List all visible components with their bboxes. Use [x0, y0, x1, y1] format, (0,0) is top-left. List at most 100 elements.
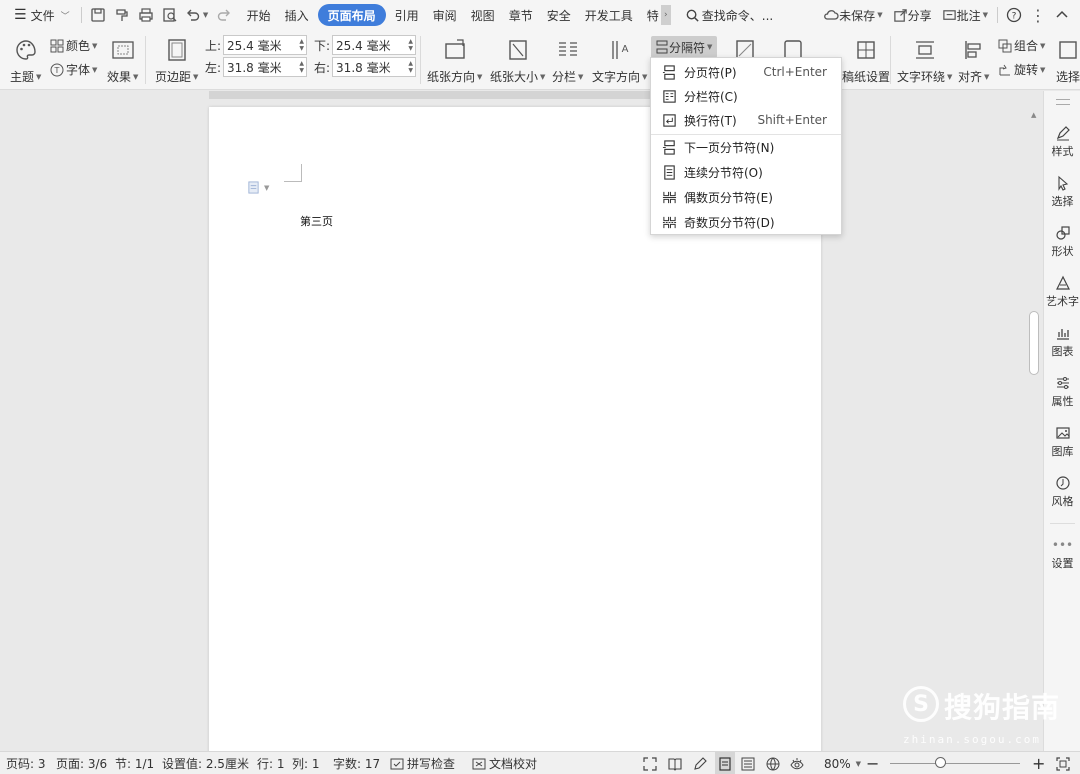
web-view-icon[interactable]: [766, 752, 783, 774]
side-item-style[interactable]: 样式: [1044, 125, 1080, 159]
paper-size-button[interactable]: 纸张大小 ▼: [490, 34, 545, 85]
menu-item-next-page-section[interactable]: 下一页分节符(N): [651, 135, 841, 159]
side-item-gallery[interactable]: 图库: [1044, 425, 1080, 459]
panel-grip-icon[interactable]: [1056, 99, 1070, 105]
margin-bottom-input[interactable]: 25.4 毫米 ▲ ▼: [332, 35, 417, 55]
outline-view-icon[interactable]: [741, 752, 758, 774]
search-command-button[interactable]: 查找命令、...: [685, 7, 773, 24]
tab-references[interactable]: 引用: [388, 0, 426, 30]
tab-developer[interactable]: 开发工具: [578, 0, 640, 30]
zoom-slider-track[interactable]: [890, 763, 1020, 764]
tab-page-layout[interactable]: 页面布局: [317, 4, 386, 26]
share-button[interactable]: 分享: [888, 0, 937, 30]
text-wrap-button[interactable]: 文字环绕 ▼: [897, 34, 952, 85]
side-item-properties[interactable]: 属性: [1044, 375, 1080, 409]
help-icon[interactable]: ?: [1002, 0, 1026, 30]
select-pane-button[interactable]: 选择: [1056, 34, 1080, 85]
margin-top-input[interactable]: 25.4 毫米 ▲ ▼: [223, 35, 308, 55]
comment-button[interactable]: 批注 ▼: [937, 0, 993, 30]
menu-item-continuous-section[interactable]: 连续分节符(O): [651, 160, 841, 184]
page-view-icon[interactable]: [715, 752, 735, 774]
document-text[interactable]: 第三页: [300, 213, 333, 229]
tab-review[interactable]: 审阅: [426, 0, 464, 30]
more-tabs-icon[interactable]: ›: [660, 5, 671, 25]
print-icon[interactable]: [134, 0, 158, 30]
write-mode-icon[interactable]: [693, 752, 710, 774]
spinner-icon[interactable]: ▲ ▼: [299, 38, 304, 52]
menu-bar: ☰ 文件 ﹀ ▼ 开始 插入 页面布局 引用 审阅 视图 章节 安全 开发工具 …: [0, 0, 1080, 30]
menu-item-odd-page-section[interactable]: 奇数页分节符(D): [651, 210, 841, 234]
zoom-slider-handle[interactable]: [935, 757, 946, 768]
file-menu-button[interactable]: ☰ 文件 ﹀: [0, 0, 77, 30]
undo-icon[interactable]: ▼: [182, 0, 212, 30]
tab-home[interactable]: 开始: [240, 0, 278, 30]
effect-button[interactable]: 效果 ▼: [107, 34, 138, 85]
margin-left-row: 左: 31.8 毫米 ▲ ▼: [205, 57, 308, 77]
continuous-section-icon: [663, 164, 675, 180]
scrollbar-thumb[interactable]: [1029, 311, 1039, 375]
print-preview-icon[interactable]: [158, 0, 182, 30]
fullscreen-icon[interactable]: [643, 752, 660, 774]
spinner-icon[interactable]: ▲ ▼: [408, 60, 413, 74]
group-button[interactable]: 组合 ▼: [998, 37, 1045, 54]
margin-right-input[interactable]: 31.8 毫米 ▲ ▼: [332, 57, 417, 77]
spinner-icon[interactable]: ▲ ▼: [408, 38, 413, 52]
status-section[interactable]: 节: 1/1: [115, 752, 154, 774]
menu-item-column-break[interactable]: 分栏符(C): [651, 84, 841, 108]
more-options-icon[interactable]: ⋮: [1026, 0, 1050, 30]
margins-label: 页边距: [155, 70, 192, 84]
status-page-number[interactable]: 页码: 3: [6, 752, 46, 774]
font-button[interactable]: T 字体 ▼: [50, 61, 97, 78]
menu-item-even-page-section[interactable]: 偶数页分节符(E): [651, 185, 841, 209]
redo-icon[interactable]: [212, 0, 236, 30]
collapse-ribbon-icon[interactable]: [1050, 0, 1074, 30]
document-workspace[interactable]: ▼ 第三页: [0, 91, 1043, 751]
orientation-button[interactable]: 纸张方向 ▼: [427, 34, 482, 85]
tab-chapter[interactable]: 章节: [502, 0, 540, 30]
side-item-settings[interactable]: ••• 设置: [1044, 539, 1080, 571]
color-button[interactable]: 颜色 ▼: [50, 37, 97, 54]
menu-item-shortcut: Ctrl+Enter: [763, 65, 827, 79]
margins-button[interactable]: 页边距 ▼: [155, 34, 198, 85]
reading-mode-icon[interactable]: [668, 752, 685, 774]
eye-protection-icon[interactable]: [790, 752, 807, 774]
menu-item-line-break[interactable]: 换行符(T) Shift+Enter: [651, 108, 841, 132]
proofread-button[interactable]: 文档校对: [472, 752, 537, 774]
fit-page-icon[interactable]: [1056, 752, 1073, 774]
margin-left-input[interactable]: 31.8 毫米 ▲ ▼: [223, 57, 308, 77]
zoom-out-icon[interactable]: −: [866, 752, 879, 774]
side-item-wordart[interactable]: 艺术字: [1044, 275, 1080, 309]
side-item-shape[interactable]: 形状: [1044, 225, 1080, 259]
spellcheck-button[interactable]: 拼写检查: [390, 752, 455, 774]
status-word-count[interactable]: 字数: 17: [333, 752, 380, 774]
unsaved-button[interactable]: 未保存 ▼: [818, 0, 887, 30]
tab-security[interactable]: 安全: [540, 0, 578, 30]
text-direction-button[interactable]: A 文字方向 ▼: [592, 34, 647, 85]
align-button[interactable]: 对齐 ▼: [958, 34, 989, 85]
tab-special[interactable]: 特: [640, 0, 659, 30]
status-setting-value[interactable]: 设置值: 2.5厘米: [162, 752, 249, 774]
paragraph-layout-button[interactable]: ▼: [247, 181, 269, 194]
save-icon[interactable]: [86, 0, 110, 30]
vertical-scrollbar[interactable]: ▲: [1027, 91, 1041, 751]
separator-button[interactable]: 分隔符 ▼: [651, 36, 717, 58]
side-item-style-theme[interactable]: 风格: [1044, 475, 1080, 509]
menu-item-page-break[interactable]: 分页符(P) Ctrl+Enter: [651, 60, 841, 84]
side-item-chart[interactable]: 图表: [1044, 325, 1080, 359]
zoom-level-button[interactable]: 80% ▼: [824, 752, 861, 774]
spinner-icon[interactable]: ▲ ▼: [299, 60, 304, 74]
divider: [890, 36, 891, 84]
scroll-up-icon[interactable]: ▲: [1031, 111, 1036, 119]
status-pages[interactable]: 页面: 3/6: [56, 752, 107, 774]
columns-button[interactable]: 分栏 ▼: [552, 34, 583, 85]
share-icon: [893, 8, 907, 22]
undo-dropdown-icon[interactable]: ▼: [203, 11, 208, 19]
tab-view[interactable]: 视图: [464, 0, 502, 30]
side-item-select[interactable]: 选择: [1044, 175, 1080, 209]
format-painter-icon[interactable]: [110, 0, 134, 30]
theme-button[interactable]: 主题 ▼: [10, 34, 41, 85]
paper-settings-button[interactable]: 稿纸设置: [842, 34, 890, 85]
tab-insert[interactable]: 插入: [278, 0, 316, 30]
zoom-in-icon[interactable]: +: [1032, 752, 1045, 774]
rotate-button[interactable]: 旋转 ▼: [998, 61, 1045, 78]
